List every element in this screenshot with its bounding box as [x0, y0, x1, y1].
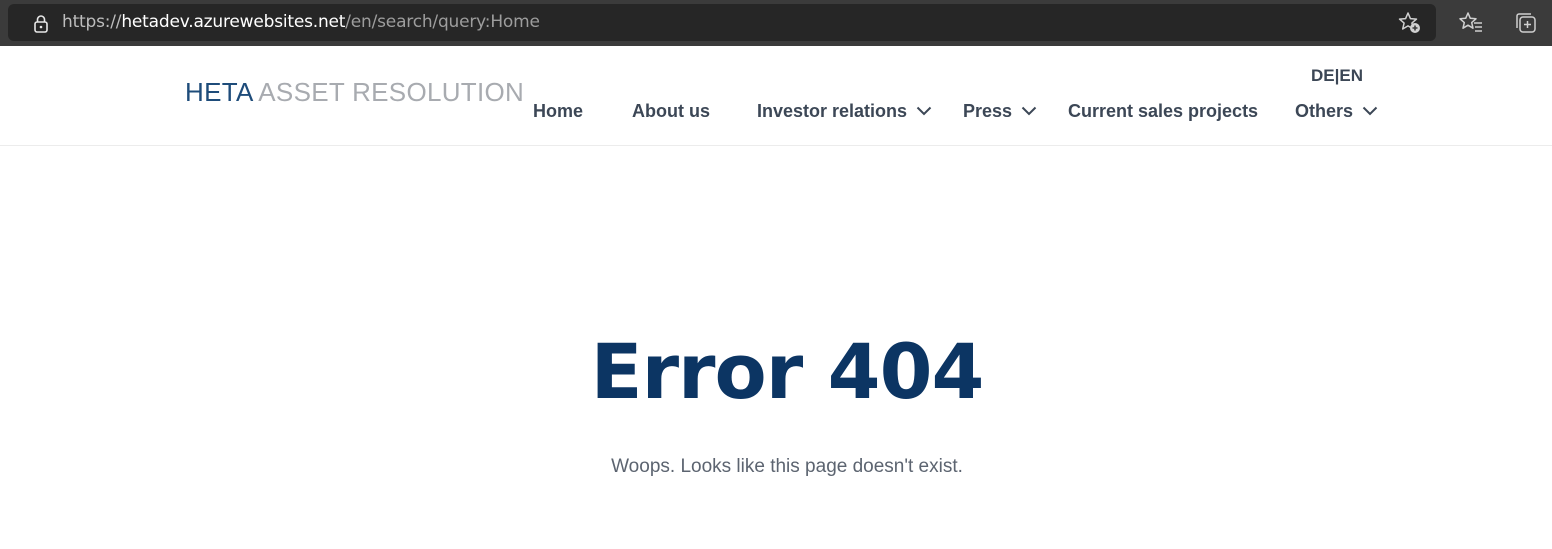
nav-item-home[interactable]: Home	[533, 100, 583, 122]
lang-en-link[interactable]: EN	[1339, 66, 1363, 85]
lock-icon[interactable]	[30, 13, 52, 35]
chevron-down-icon[interactable]	[916, 106, 932, 116]
nav-item-current-sales-projects[interactable]: Current sales projects	[1068, 100, 1258, 122]
favorites-icon[interactable]	[1458, 10, 1484, 36]
nav-item-label: Home	[533, 100, 584, 121]
chevron-down-icon[interactable]	[1021, 106, 1037, 116]
logo-primary-text: HETA	[185, 77, 253, 107]
url-text[interactable]: https://hetadev.azurewebsites.net/en/sea…	[62, 4, 540, 41]
nav-item-label: About us	[632, 100, 710, 121]
browser-toolbar: https://hetadev.azurewebsites.net/en/sea…	[0, 0, 1552, 46]
collections-icon[interactable]	[1513, 10, 1539, 36]
nav-item-about-us[interactable]: About us	[632, 100, 710, 122]
nav-item-press[interactable]: Press	[963, 100, 1037, 122]
nav-item-label: Others	[1295, 100, 1354, 121]
nav-item-label: Current sales projects	[1068, 100, 1259, 121]
nav-item-label: Press	[963, 100, 1013, 121]
error-title: Error 404	[590, 327, 985, 416]
lang-de-link[interactable]: DE	[1311, 66, 1335, 85]
favorite-add-icon[interactable]	[1397, 10, 1423, 36]
url-path: /en/search/query:Home	[345, 12, 540, 32]
language-switcher: DE|EN	[1311, 66, 1363, 86]
address-bar[interactable]: https://hetadev.azurewebsites.net/en/sea…	[8, 4, 1436, 41]
url-host: hetadev.azurewebsites.net	[121, 12, 346, 32]
error-message: Woops. Looks like this page doesn't exis…	[611, 456, 963, 477]
site-header: HETA ASSET RESOLUTION DE|EN Home About u…	[0, 46, 1552, 146]
chevron-down-icon[interactable]	[1362, 106, 1378, 116]
nav-item-investor-relations[interactable]: Investor relations	[757, 100, 932, 122]
logo-secondary-text: ASSET RESOLUTION	[258, 77, 525, 107]
url-protocol: https://	[62, 12, 122, 32]
site-logo[interactable]: HETA ASSET RESOLUTION	[185, 77, 524, 108]
nav-item-others[interactable]: Others	[1295, 100, 1378, 122]
nav-item-label: Investor relations	[757, 100, 908, 121]
